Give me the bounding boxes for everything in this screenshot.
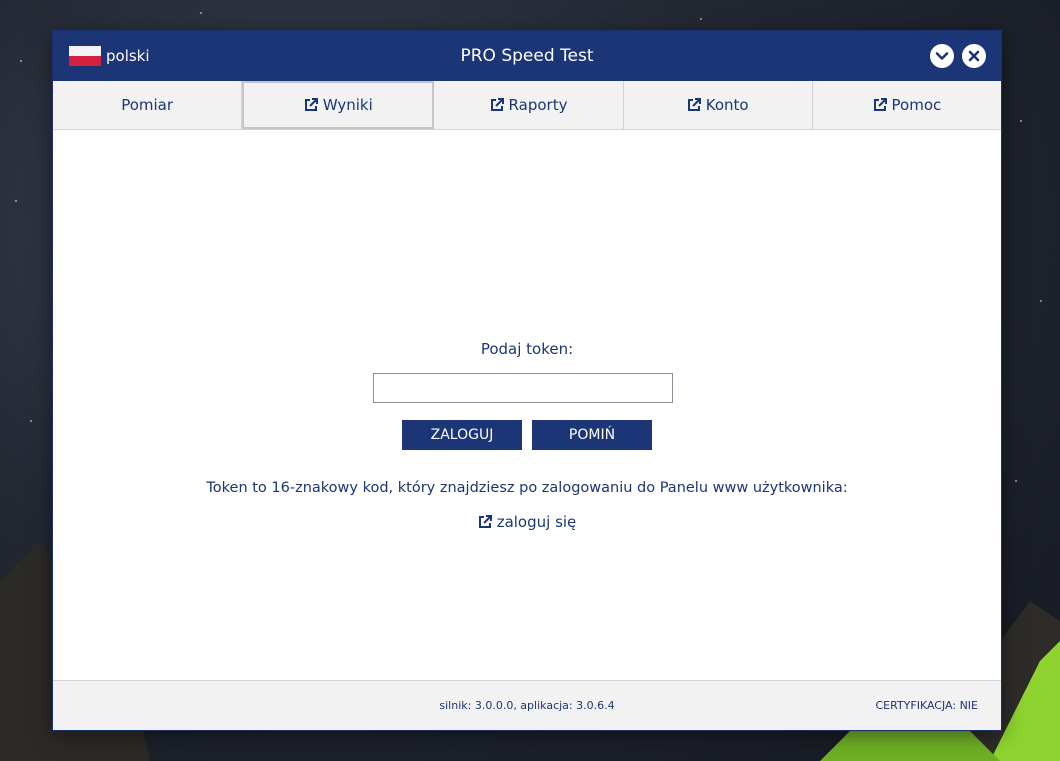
language-label: polski bbox=[106, 47, 150, 65]
status-bar: silnik: 3.0.0.0, aplikacja: 3.0.6.4 CERT… bbox=[53, 680, 1001, 730]
external-link-icon bbox=[687, 98, 701, 111]
version-info: silnik: 3.0.0.0, aplikacja: 3.0.6.4 bbox=[439, 699, 615, 712]
window-title: PRO Speed Test bbox=[460, 46, 594, 66]
tab-label: Wyniki bbox=[322, 96, 373, 114]
tab-label: Pomoc bbox=[891, 96, 942, 114]
external-link-icon bbox=[490, 98, 504, 111]
minimize-button[interactable] bbox=[930, 44, 954, 68]
external-link-icon bbox=[304, 98, 318, 111]
tab-raporty[interactable]: Raporty bbox=[434, 81, 624, 129]
tab-label: Konto bbox=[705, 96, 749, 114]
login-link-label: zaloguj się bbox=[496, 513, 577, 531]
close-button[interactable] bbox=[962, 44, 986, 68]
title-bar: polski PRO Speed Test bbox=[53, 31, 1001, 81]
tab-konto[interactable]: Konto bbox=[624, 81, 813, 129]
external-link-icon bbox=[873, 98, 887, 111]
token-info-text: Token to 16-znakowy kod, który znajdzies… bbox=[206, 480, 848, 496]
token-input[interactable] bbox=[373, 373, 673, 403]
tab-label: Raporty bbox=[508, 96, 568, 114]
tab-bar: Pomiar Wyniki Raporty Konto Pomoc bbox=[53, 81, 1001, 130]
close-icon bbox=[968, 50, 980, 62]
skip-button[interactable]: POMIŃ bbox=[532, 420, 652, 450]
app-window: polski PRO Speed Test Pomiar Wyniki Rapo… bbox=[53, 31, 1001, 730]
certification-status: CERTYFIKACJA: NIE bbox=[875, 699, 978, 712]
tab-pomiar[interactable]: Pomiar bbox=[53, 81, 243, 129]
tab-wyniki[interactable]: Wyniki bbox=[242, 81, 435, 129]
chevron-down-icon bbox=[935, 52, 949, 60]
language-selector[interactable]: polski bbox=[69, 46, 150, 66]
login-panel: Podaj token: ZALOGUJ POMIŃ Token to 16-z… bbox=[53, 130, 1001, 680]
login-button[interactable]: ZALOGUJ bbox=[402, 420, 522, 450]
login-link[interactable]: zaloguj się bbox=[53, 513, 1001, 531]
tab-pomoc[interactable]: Pomoc bbox=[813, 81, 1001, 129]
token-prompt: Podaj token: bbox=[480, 340, 574, 358]
poland-flag-icon bbox=[69, 46, 101, 66]
external-link-icon bbox=[478, 515, 492, 528]
tab-label: Pomiar bbox=[121, 96, 174, 114]
